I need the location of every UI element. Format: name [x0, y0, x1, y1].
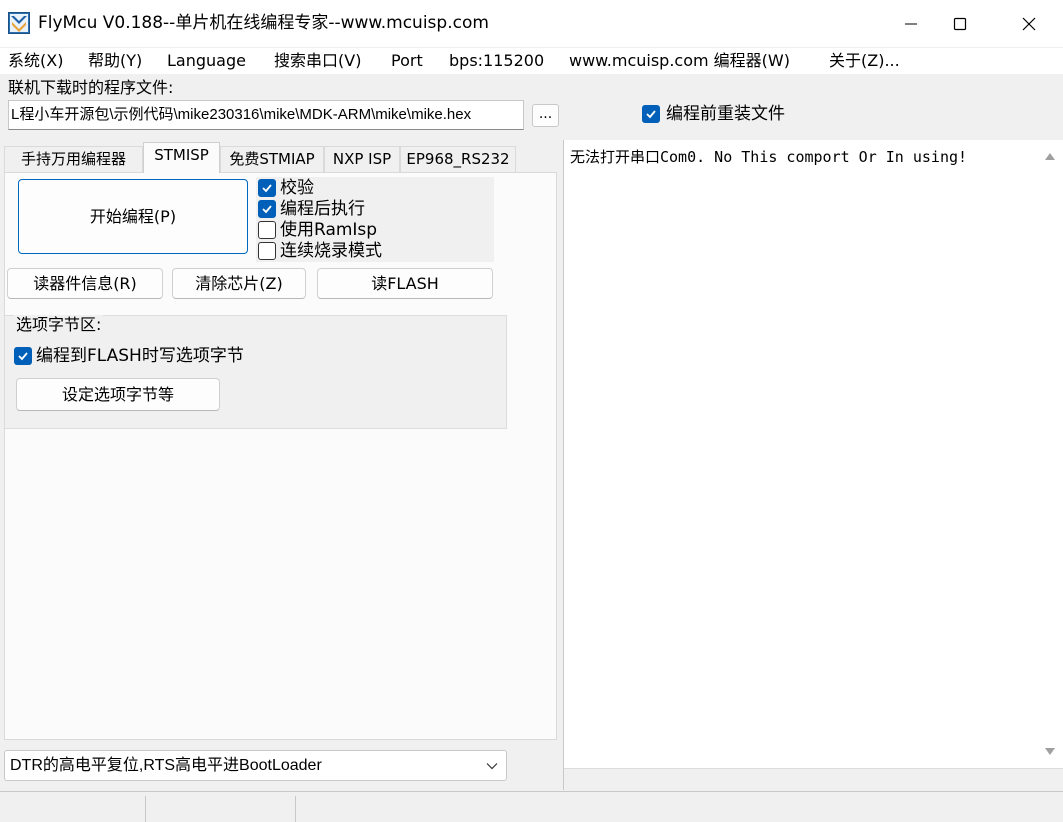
minimize-icon	[905, 23, 917, 24]
menu-about[interactable]: 关于(Z)...	[829, 51, 900, 71]
menu-baud-rate[interactable]: bps:115200	[449, 51, 544, 71]
checkbox-unchecked-icon	[258, 242, 276, 260]
read-flash-button[interactable]: 读FLASH	[317, 268, 493, 299]
file-path-input[interactable]: L程小车开源包\示例代码\mike230316\mike\MDK-ARM\mik…	[8, 100, 524, 130]
reset-mode-select[interactable]: DTR的高电平复位,RTS高电平进BootLoader	[4, 750, 507, 781]
run-after-program-label: 编程后执行	[280, 199, 365, 219]
menu-programmer[interactable]: www.mcuisp.com 编程器(W)	[569, 51, 790, 71]
scroll-down-arrow-icon[interactable]	[1044, 747, 1056, 757]
set-option-bytes-button[interactable]: 设定选项字节等	[16, 378, 220, 411]
run-after-program-checkbox[interactable]: 编程后执行	[258, 199, 365, 219]
checkbox-checked-icon	[14, 347, 32, 365]
output-log-text: 无法打开串口Com0. No This comport Or In using!	[570, 148, 968, 166]
reload-file-label: 编程前重装文件	[666, 104, 785, 124]
menu-system[interactable]: 系统(X)	[8, 51, 63, 71]
scroll-up-arrow-icon[interactable]	[1044, 151, 1056, 161]
close-icon	[1022, 17, 1036, 30]
read-device-info-button[interactable]: 读器件信息(R)	[7, 268, 163, 299]
window-title: FlyMcu V0.188--单片机在线编程专家--www.mcuisp.com	[38, 13, 489, 33]
vertical-scrollbar[interactable]	[1040, 141, 1063, 768]
checkbox-unchecked-icon	[258, 221, 276, 239]
maximize-button[interactable]	[926, 0, 994, 47]
menu-bar: 系统(X) 帮助(Y) Language 搜索串口(V) Port bps:11…	[0, 48, 1063, 74]
checkbox-checked-icon	[258, 200, 276, 218]
app-window: FlyMcu V0.188--单片机在线编程专家--www.mcuisp.com…	[0, 0, 1063, 822]
status-divider	[295, 796, 296, 822]
use-ramisp-label: 使用RamIsp	[280, 220, 378, 240]
write-option-bytes-checkbox[interactable]: 编程到FLASH时写选项字节	[14, 346, 244, 366]
tab-free-stmiap[interactable]: 免费STMIAP	[220, 146, 324, 172]
reload-file-checkbox[interactable]: 编程前重装文件	[642, 104, 785, 124]
start-programming-button[interactable]: 开始编程(P)	[18, 179, 248, 254]
erase-chip-button[interactable]: 清除芯片(Z)	[172, 268, 306, 299]
continuous-burn-checkbox[interactable]: 连续烧录模式	[258, 241, 382, 261]
tab-nxp-isp[interactable]: NXP ISP	[324, 146, 400, 172]
tab-stmisp[interactable]: STMISP	[143, 142, 220, 173]
maximize-icon	[953, 17, 967, 30]
checkbox-checked-icon	[258, 179, 276, 197]
flymcu-logo-icon	[8, 12, 30, 34]
option-bytes-title: 选项字节区:	[14, 315, 104, 335]
status-bar	[0, 791, 1063, 822]
tab-ep968-rs232[interactable]: EP968_RS232	[400, 146, 516, 172]
browse-button[interactable]: ...	[532, 104, 559, 127]
checkbox-checked-icon	[642, 105, 660, 123]
verify-label: 校验	[280, 178, 314, 198]
use-ramisp-checkbox[interactable]: 使用RamIsp	[258, 220, 377, 240]
file-label: 联机下载时的程序文件:	[8, 78, 174, 97]
tab-handheld-programmer[interactable]: 手持万用编程器	[4, 146, 143, 172]
chevron-down-icon	[486, 763, 498, 770]
title-bar: FlyMcu V0.188--单片机在线编程专家--www.mcuisp.com	[0, 0, 1063, 47]
write-option-bytes-label: 编程到FLASH时写选项字节	[36, 346, 244, 366]
menu-help[interactable]: 帮助(Y)	[88, 51, 142, 71]
output-log[interactable]	[563, 140, 1063, 790]
horizontal-scrollbar[interactable]	[564, 768, 1063, 790]
close-button[interactable]	[995, 0, 1063, 47]
menu-language[interactable]: Language	[167, 51, 246, 71]
reset-mode-value: DTR的高电平复位,RTS高电平进BootLoader	[10, 757, 322, 774]
continuous-burn-label: 连续烧录模式	[280, 241, 382, 261]
menu-port[interactable]: Port	[391, 51, 423, 71]
status-divider	[145, 796, 146, 822]
verify-checkbox[interactable]: 校验	[258, 178, 314, 198]
menu-search-port[interactable]: 搜索串口(V)	[274, 51, 361, 71]
